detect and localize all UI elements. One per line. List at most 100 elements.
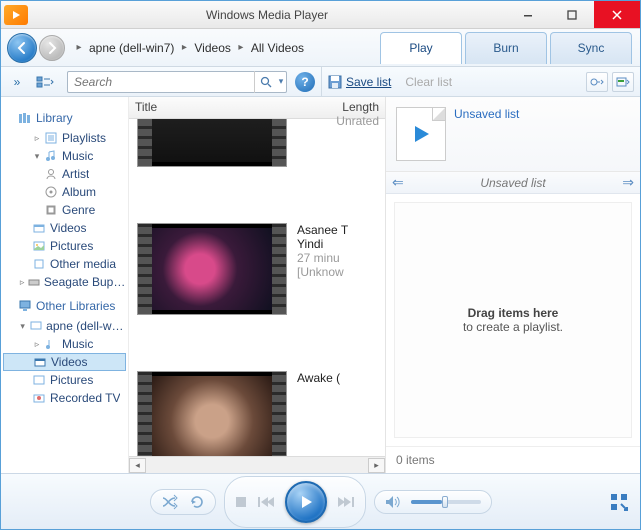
player-controls [1,473,640,529]
playlist-file-icon[interactable] [396,107,446,161]
tree-apne[interactable]: ▾ apne (dell-win7) [3,317,126,335]
chevron-right-icon[interactable]: ▸ [180,42,188,53]
tree-genre[interactable]: Genre [3,201,126,219]
minimize-button[interactable] [506,1,550,28]
playlist-drop-area[interactable]: Drag items here to create a playlist. [394,202,632,438]
tree-pictures[interactable]: Pictures [3,237,126,255]
tab-sync[interactable]: Sync [550,32,632,64]
help-button[interactable]: ? [295,72,315,92]
breadcrumb-item[interactable]: Videos [188,38,236,58]
stop-button[interactable] [235,496,247,508]
column-length[interactable]: Length Unrated [303,97,385,118]
arrow-left-icon[interactable]: ⇐ [392,174,404,191]
tree-music-remote[interactable]: ▹ Music [3,335,126,353]
video-thumbnail[interactable] [137,223,287,315]
playlist-name-link[interactable]: Unsaved list [454,107,519,161]
tree-seagate[interactable]: ▹ Seagate Bup Slim [3,273,126,291]
forward-button[interactable] [39,35,65,61]
picture-icon [31,239,47,253]
toolbar: » ▾ ? [1,67,640,97]
drive-icon [27,275,41,289]
view-options-button[interactable] [31,71,59,93]
tree-videos[interactable]: Videos [3,219,126,237]
chevron-right-icon[interactable]: ▸ [237,42,245,53]
expander-icon[interactable]: ▾ [17,321,28,332]
previous-button[interactable] [257,495,275,509]
breadcrumb-item[interactable]: apne (dell-win7) [83,38,180,58]
playlist-header: Unsaved list [386,97,640,172]
back-button[interactable] [7,33,37,63]
tree-pictures-remote[interactable]: Pictures [3,371,126,389]
tree-album[interactable]: Album [3,183,126,201]
play-button[interactable] [285,481,327,523]
drop-text-bold: Drag items here [468,306,559,320]
organize-menu-button[interactable]: » [7,71,27,93]
tab-play[interactable]: Play [380,32,462,64]
volume-group [374,490,492,514]
volume-slider[interactable] [411,500,481,504]
search-icon[interactable] [254,71,276,93]
tree-library[interactable]: Library [3,109,126,127]
video-thumbnail[interactable] [137,119,287,167]
breadcrumb-item[interactable]: All Videos [245,38,310,58]
arrow-right-icon[interactable]: ⇒ [622,174,634,191]
expander-icon[interactable]: ▾ [31,151,43,162]
save-icon [328,75,342,89]
video-meta: Awake ( [297,371,340,385]
navigation-bar: ▸ apne (dell-win7) ▸ Videos ▸ All Videos… [1,29,640,67]
app-icon [4,5,28,25]
tree-artist[interactable]: Artist [3,165,126,183]
shuffle-button[interactable] [161,494,179,510]
expander-icon[interactable]: ▹ [17,277,27,288]
main-window: Windows Media Player ▸ apne (dell-win7) … [0,0,641,530]
horizontal-scrollbar[interactable]: ◂ ▸ [129,456,385,473]
transport-group [224,476,366,528]
titlebar: Windows Media Player [1,1,640,29]
save-list-button[interactable]: Save list [346,75,391,89]
play-options-button[interactable] [612,72,634,92]
list-item[interactable]: Awake ( [129,367,385,456]
tree-playlists[interactable]: ▹ Playlists [3,129,126,147]
album-icon [43,185,59,199]
breadcrumb: ▸ apne (dell-win7) ▸ Videos ▸ All Videos [75,38,310,58]
list-options-button[interactable] [586,72,608,92]
music-icon [43,337,59,351]
video-thumbnail[interactable] [137,371,287,456]
close-button[interactable] [594,1,640,28]
volume-thumb[interactable] [442,496,448,508]
column-title[interactable]: Title [129,97,303,118]
maximize-button[interactable] [550,1,594,28]
playlist-subtitle: Unsaved list [480,176,545,190]
expander-icon[interactable]: ▹ [31,339,43,350]
tree-music[interactable]: ▾ Music [3,147,126,165]
switch-to-now-playing-button[interactable] [608,491,630,513]
tab-burn[interactable]: Burn [465,32,547,64]
tree-other-media[interactable]: Other media [3,255,126,273]
repeat-button[interactable] [189,494,205,510]
playlist-subheader: ⇐ Unsaved list ⇒ [386,172,640,194]
search-box[interactable]: ▾ [67,71,287,93]
genre-icon [43,203,59,217]
expander-icon[interactable]: ▹ [31,133,43,144]
next-button[interactable] [337,495,355,509]
picture-icon [31,373,47,387]
navigation-tree: Library ▹ Playlists ▾ Music Artist Album [1,97,129,473]
search-dropdown-icon[interactable]: ▾ [276,76,286,87]
tree-videos-remote[interactable]: Videos [3,353,126,371]
search-input[interactable] [68,75,254,89]
list-item[interactable] [129,119,385,171]
scroll-left-button[interactable]: ◂ [129,458,146,473]
tv-icon [31,391,47,405]
shuffle-repeat-group [150,489,216,515]
artist-icon [43,167,59,181]
window-title: Windows Media Player [28,8,506,22]
video-icon [32,355,48,369]
clear-list-button: Clear list [405,75,452,89]
scroll-right-button[interactable]: ▸ [368,458,385,473]
tree-other-libraries[interactable]: Other Libraries [3,297,126,315]
list-body[interactable]: Asanee T Yindi 27 minu [Unknow Awake ( [129,119,385,456]
mute-button[interactable] [385,495,401,509]
list-item[interactable]: Asanee T Yindi 27 minu [Unknow [129,219,385,319]
chevron-right-icon[interactable]: ▸ [75,42,83,53]
tree-recorded-tv[interactable]: Recorded TV [3,389,126,407]
